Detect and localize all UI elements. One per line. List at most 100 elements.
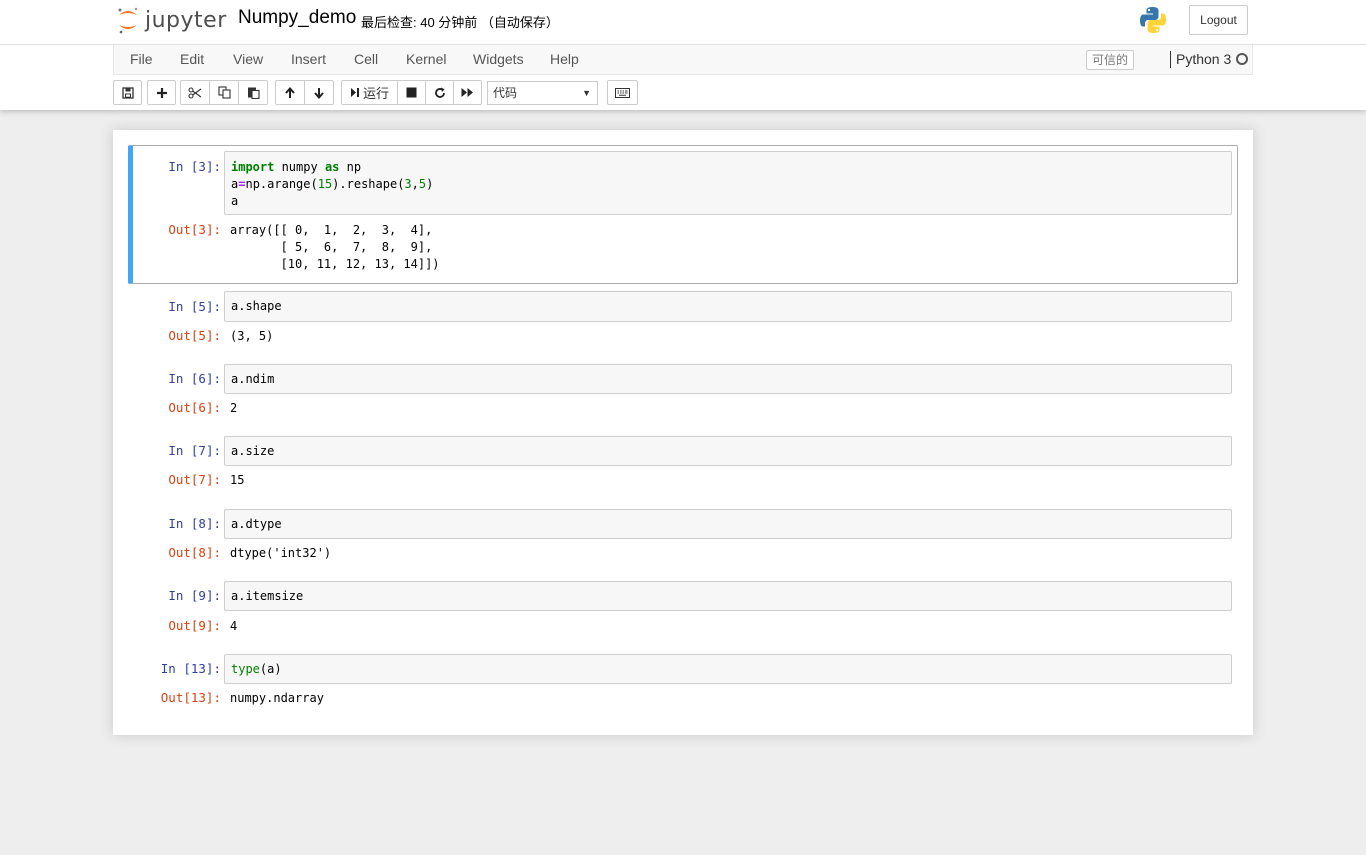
move-down-button[interactable]: [304, 80, 334, 105]
code-input[interactable]: type(a): [224, 654, 1232, 684]
code-text: import numpy as np a=np.arange(15).resha…: [231, 160, 434, 208]
toolbar-group-save: [113, 80, 142, 105]
number-literal: 15: [317, 177, 333, 191]
code-input[interactable]: import numpy as np a=np.arange(15).resha…: [224, 151, 1232, 215]
trusted-indicator[interactable]: 可信的: [1086, 50, 1134, 70]
code-cell[interactable]: In [8]: a.dtype Out[8]: dtype('int32'): [128, 508, 1238, 572]
code-cell[interactable]: In [13]: type(a) Out[13]: numpy.ndarray: [128, 653, 1238, 717]
toolbar-group-insert: [147, 80, 176, 105]
number-literal: 5: [418, 177, 427, 191]
kernel-divider: [1170, 51, 1171, 68]
menu-insert[interactable]: Insert: [291, 45, 326, 75]
toolbar-group-edit: [180, 80, 268, 105]
code-input[interactable]: a.dtype: [224, 509, 1232, 539]
run-button[interactable]: 运行: [341, 80, 398, 105]
keyword-import: import: [231, 160, 275, 174]
code-input[interactable]: a.itemsize: [224, 581, 1232, 611]
code-input[interactable]: a.size: [224, 436, 1232, 466]
code-text: a.shape: [231, 299, 282, 313]
kernel-idle-icon: [1236, 53, 1248, 65]
output-text: 4: [230, 619, 238, 633]
menu-view[interactable]: View: [233, 45, 263, 75]
output-text: (3, 5): [230, 329, 274, 343]
in-prompt: In [6]:: [168, 371, 221, 386]
menu-cell[interactable]: Cell: [354, 45, 378, 75]
run-button-label: 运行: [362, 86, 389, 101]
kernel-name: Python 3: [1176, 51, 1232, 67]
in-prompt: In [13]:: [160, 661, 221, 676]
paste-icon: [247, 87, 260, 99]
toolbar-group-run: 运行: [341, 80, 482, 105]
out-prompt: Out[13]:: [160, 690, 221, 705]
code-args: (a): [259, 662, 282, 676]
code-text: type(a): [231, 661, 282, 678]
interrupt-kernel-button[interactable]: [397, 80, 426, 105]
restart-kernel-button[interactable]: [425, 80, 454, 105]
menu-help[interactable]: Help: [550, 45, 579, 75]
in-prompt: In [8]:: [168, 516, 221, 531]
number-literal: 3: [404, 177, 412, 191]
logout-button[interactable]: Logout: [1189, 5, 1248, 35]
code-input[interactable]: a.shape: [224, 291, 1232, 322]
code-cell[interactable]: In [9]: a.itemsize Out[9]: 4: [128, 580, 1238, 644]
copy-button[interactable]: [209, 80, 239, 105]
header-top-bar: jupyter Numpy_demo 最后检查: 40 分钟前 （自动保存） L…: [0, 0, 1366, 45]
insert-cell-button[interactable]: [147, 80, 176, 105]
move-up-button[interactable]: [275, 80, 305, 105]
out-prompt: Out[7]:: [168, 472, 221, 487]
restart-icon: [434, 87, 445, 98]
menu-widgets[interactable]: Widgets: [473, 45, 524, 75]
plus-icon: [156, 87, 167, 98]
save-button[interactable]: [113, 80, 142, 105]
restart-run-all-button[interactable]: [453, 80, 482, 105]
notebook-name[interactable]: Numpy_demo: [238, 7, 356, 29]
builtin-function: type: [231, 662, 260, 676]
in-prompt: In [9]:: [168, 588, 221, 603]
menu-kernel[interactable]: Kernel: [406, 45, 446, 75]
python-logo-icon: [1140, 7, 1166, 33]
paste-button[interactable]: [238, 80, 268, 105]
copy-icon: [217, 86, 231, 99]
jupyter-logo[interactable]: jupyter: [116, 4, 227, 36]
checkpoint-status: 最后检查: 40 分钟前 （自动保存）: [361, 15, 559, 30]
code-text: a.ndim: [231, 372, 275, 386]
output-text: 2: [230, 401, 238, 415]
code-text: a.dtype: [231, 517, 282, 531]
code-text: a.size: [231, 444, 275, 458]
output-text: numpy.ndarray: [230, 691, 324, 705]
output-text: 15: [230, 473, 245, 487]
out-prompt: Out[8]:: [168, 545, 221, 560]
keyword-as: as: [324, 160, 340, 174]
in-prompt: In [3]:: [168, 159, 221, 174]
arrow-up-icon: [285, 86, 295, 98]
menu-file[interactable]: File: [130, 45, 153, 75]
in-prompt: In [5]:: [168, 299, 221, 314]
notebook-container: In [3]: import numpy as np a=np.arange(1…: [113, 130, 1253, 735]
in-prompt: In [7]:: [168, 443, 221, 458]
out-prompt: Out[9]:: [168, 618, 221, 633]
arrow-down-icon: [314, 87, 324, 99]
header: jupyter Numpy_demo 最后检查: 40 分钟前 （自动保存） L…: [0, 0, 1366, 110]
command-palette-button[interactable]: [607, 80, 638, 105]
cell-type-select[interactable]: 代码 ▼: [487, 81, 598, 105]
code-cell[interactable]: In [7]: a.size Out[7]: 15: [128, 435, 1238, 499]
jupyter-logo-text: jupyter: [145, 7, 227, 33]
code-cell-selected[interactable]: In [3]: import numpy as np a=np.arange(1…: [128, 145, 1238, 284]
fast-forward-icon: [461, 88, 473, 97]
code-cell[interactable]: In [5]: a.shape Out[5]: (3, 5): [128, 290, 1238, 354]
jupyter-logo-icon: [118, 7, 138, 34]
cut-button[interactable]: [180, 80, 210, 105]
out-prompt: Out[5]:: [168, 328, 221, 343]
operator-equals: =: [238, 177, 246, 191]
stop-icon: [406, 87, 417, 98]
code-text: a.itemsize: [231, 589, 304, 603]
menubar: File Edit View Insert Cell Kernel Widget…: [113, 45, 1253, 75]
caret-down-icon: ▼: [582, 88, 591, 98]
code-cell[interactable]: In [6]: a.ndim Out[6]: 2: [128, 363, 1238, 427]
code-input[interactable]: a.ndim: [224, 364, 1232, 394]
keyboard-icon: [615, 87, 630, 98]
menu-edit[interactable]: Edit: [180, 45, 204, 75]
save-icon: [121, 86, 134, 99]
step-forward-icon: [350, 88, 359, 97]
toolbar: 运行 代码 ▼: [113, 80, 1253, 106]
